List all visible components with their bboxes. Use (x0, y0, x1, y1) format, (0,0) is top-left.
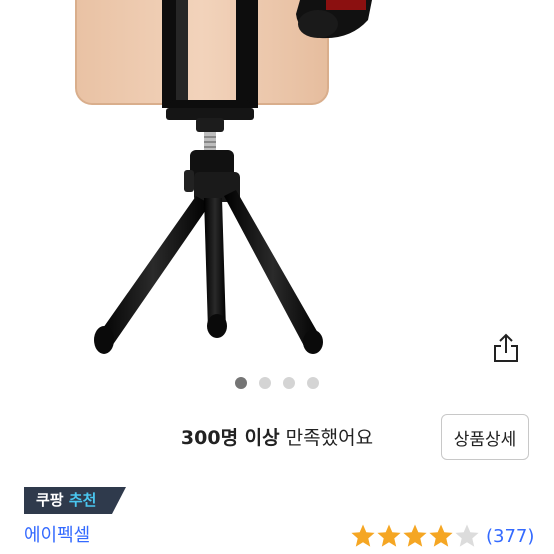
star-filled-icon (377, 524, 401, 547)
badge-label-coupang: 쿠팡 (36, 491, 64, 509)
coupang-recommend-badge: 쿠팡 추천 (24, 487, 126, 514)
product-image[interactable] (0, 0, 554, 368)
satisfaction-suffix: 만족했어요 (279, 427, 374, 449)
badge-label-recommend: 추천 (68, 491, 97, 509)
carousel-indicator (0, 377, 554, 389)
star-filled-icon (351, 524, 375, 547)
star-filled-icon (403, 524, 427, 547)
brand-link[interactable]: 에이펙셀 (24, 522, 90, 550)
carousel-dot[interactable] (259, 377, 271, 389)
star-empty-icon (455, 524, 479, 547)
review-count[interactable]: (377) (486, 526, 534, 547)
rating[interactable]: (377) (350, 522, 534, 550)
carousel-dot[interactable] (235, 377, 247, 389)
carousel-dot[interactable] (283, 377, 295, 389)
star-filled-icon (429, 524, 453, 547)
star-rating (350, 523, 480, 549)
tripod-phone-illustration (75, 0, 372, 354)
product-detail-button[interactable]: 상품상세 (441, 414, 529, 460)
share-button[interactable] (486, 330, 526, 366)
share-icon (494, 333, 518, 362)
satisfaction-count: 300명 이상 (180, 427, 280, 449)
carousel-dot[interactable] (307, 377, 319, 389)
